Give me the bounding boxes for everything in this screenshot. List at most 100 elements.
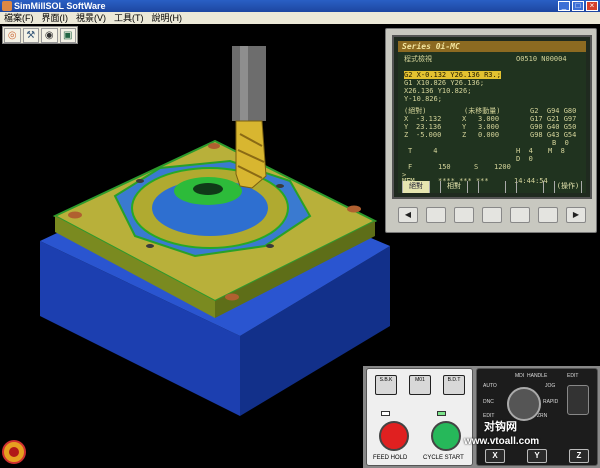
- cnc-raxis-x: X: [462, 115, 467, 123]
- cnc-program-line: G2 X-0.132 Y26.136 R3.;: [404, 71, 501, 79]
- cnc-gcodes-y: G90 G40 G50: [530, 123, 577, 131]
- cnc-screen: Series 0i-MC 程式檢視 O0510 N00004 G2 X-0.13…: [398, 41, 586, 193]
- cnc-s-label: S: [474, 163, 479, 171]
- eye-icon[interactable]: ◉: [41, 28, 58, 43]
- cnc-s-value: 1200: [494, 163, 511, 171]
- hole: [347, 205, 361, 213]
- softkey-blank[interactable]: [478, 181, 506, 193]
- cnc-gcodes-z: G98 G43 G54: [530, 131, 577, 139]
- cnc-remain-z: 0.000: [478, 131, 500, 139]
- menu-file[interactable]: 檔案(F): [4, 12, 34, 24]
- title-bar: SimMillSOL SoftWare _ □ ×: [0, 0, 600, 12]
- cnc-series-header: Series 0i-MC: [398, 41, 586, 52]
- cnc-axis-y: Y: [404, 123, 409, 131]
- mode-selector-panel: MDI HANDLE EDIT AUTO JOG RAPID DNC ZRN E…: [476, 368, 598, 466]
- cycle-controls: S.B.K M01 B.D.T FEED HOLD CYCLE START: [366, 368, 473, 466]
- disc-icon[interactable]: ◎: [4, 28, 21, 43]
- cnc-remain-header: (未移動量): [464, 107, 501, 115]
- close-icon[interactable]: ×: [586, 1, 598, 11]
- softkey-relative[interactable]: 相對: [440, 181, 468, 193]
- menu-help[interactable]: 說明(H): [152, 12, 183, 24]
- mode-mdi-label: MDI: [515, 373, 525, 379]
- tools-icon[interactable]: ⚒: [22, 28, 39, 43]
- cnc-screen-title: 程式檢視: [404, 55, 432, 63]
- mode-selector-knob[interactable]: [507, 387, 541, 421]
- watermark-url: www.vtoall.com: [464, 436, 540, 447]
- block-delete-button[interactable]: B.D.T: [443, 375, 465, 395]
- hardware-softkey[interactable]: [482, 207, 502, 223]
- cnc-gcodes-top: G2 G94 G80: [530, 107, 577, 115]
- axis-y-button[interactable]: Y: [527, 449, 547, 463]
- cnc-gcodes-x: G17 G21 G97: [530, 115, 577, 123]
- menu-tools[interactable]: 工具(T): [114, 12, 144, 24]
- cnc-softkey-bar: 絕對 相對 (操作): [398, 181, 586, 193]
- mode-dnc-label: DNC: [483, 399, 494, 405]
- cnc-remain-y: 3.000: [478, 123, 500, 131]
- softkey-right-arrow-icon[interactable]: ▶: [566, 207, 586, 223]
- single-block-label: S.B.K: [379, 377, 393, 383]
- rapid-override-switch[interactable]: [567, 385, 589, 415]
- window-controls: _ □ ×: [558, 1, 598, 11]
- operator-panel: S.B.K M01 B.D.T FEED HOLD CYCLE START MD…: [363, 366, 600, 468]
- cycle-start-led: [437, 411, 446, 416]
- spindle-highlight: [240, 46, 248, 121]
- cnc-abs-z: -5.000: [416, 131, 442, 139]
- cycle-start-label: CYCLE START: [423, 455, 464, 461]
- cnc-control-panel: Series 0i-MC 程式檢視 O0510 N00004 G2 X-0.13…: [385, 28, 597, 233]
- cnc-hardware-keys: ◀ ▶: [398, 207, 586, 225]
- cnc-t-value: T 4: [408, 147, 438, 155]
- hole: [146, 244, 154, 248]
- watermark-brand: 对钩网: [484, 421, 517, 433]
- softkey-absolute[interactable]: 絕對: [402, 181, 430, 193]
- axis-z-button[interactable]: Z: [569, 449, 589, 463]
- hardware-softkey[interactable]: [510, 207, 530, 223]
- mode-edit-label: EDIT: [567, 373, 579, 379]
- menu-view[interactable]: 視景(V): [76, 12, 106, 24]
- block-delete-label: B.D.T: [447, 377, 461, 383]
- mode-auto-label: AUTO: [483, 383, 497, 389]
- cnc-f-value: 150: [438, 163, 451, 171]
- cycle-start-button[interactable]: [431, 421, 461, 451]
- menu-interface[interactable]: 界面(I): [42, 12, 69, 24]
- softkey-blank[interactable]: [516, 181, 544, 193]
- cnc-program-line: X26.136 Y10.826;: [404, 87, 472, 95]
- hole: [266, 244, 274, 248]
- cnc-remain-x: 3.000: [478, 115, 500, 123]
- feed-hold-button[interactable]: [379, 421, 409, 451]
- hardware-softkey[interactable]: [454, 207, 474, 223]
- m01-button[interactable]: M01: [409, 375, 431, 395]
- feed-hold-label: FEED HOLD: [373, 455, 408, 461]
- single-block-button[interactable]: S.B.K: [375, 375, 397, 395]
- window-title: SimMillSOL SoftWare: [14, 1, 106, 11]
- hole: [225, 293, 239, 301]
- menu-bar: 檔案(F) 界面(I) 視景(V) 工具(T) 說明(H): [0, 12, 600, 24]
- hole: [136, 179, 144, 183]
- minimize-icon[interactable]: _: [558, 1, 570, 11]
- mode-zrn-label: ZRN: [537, 413, 548, 419]
- hole: [68, 211, 82, 219]
- axis-x-button[interactable]: X: [485, 449, 505, 463]
- cnc-b-value: B 0: [552, 139, 569, 147]
- hardware-softkey[interactable]: [538, 207, 558, 223]
- cnc-raxis-z: Z: [462, 131, 467, 139]
- cnc-d-value: D 0: [516, 155, 533, 163]
- maximize-icon[interactable]: □: [572, 1, 584, 11]
- mode-rapid-label: RAPID: [543, 399, 559, 405]
- m01-label: M01: [415, 377, 425, 383]
- softkey-operation[interactable]: (操作): [554, 181, 582, 193]
- emergency-stop-button[interactable]: [2, 440, 26, 464]
- cnc-f-label: F: [408, 163, 413, 171]
- hole: [276, 184, 284, 188]
- machine-icon[interactable]: ▣: [59, 28, 76, 43]
- app-icon: [2, 1, 12, 11]
- cnc-h-value: H 4: [516, 147, 533, 155]
- cnc-abs-header: (絕對): [404, 107, 427, 115]
- cnc-abs-x: -3.132: [416, 115, 442, 123]
- emergency-stop-icon: [9, 447, 19, 457]
- hole: [208, 143, 220, 149]
- cnc-program-line: G1 X10.826 Y26.136;: [404, 79, 485, 87]
- cnc-abs-y: 23.136: [416, 123, 442, 131]
- softkey-left-arrow-icon[interactable]: ◀: [398, 207, 418, 223]
- hardware-softkey[interactable]: [426, 207, 446, 223]
- spindle-holder: [232, 46, 266, 121]
